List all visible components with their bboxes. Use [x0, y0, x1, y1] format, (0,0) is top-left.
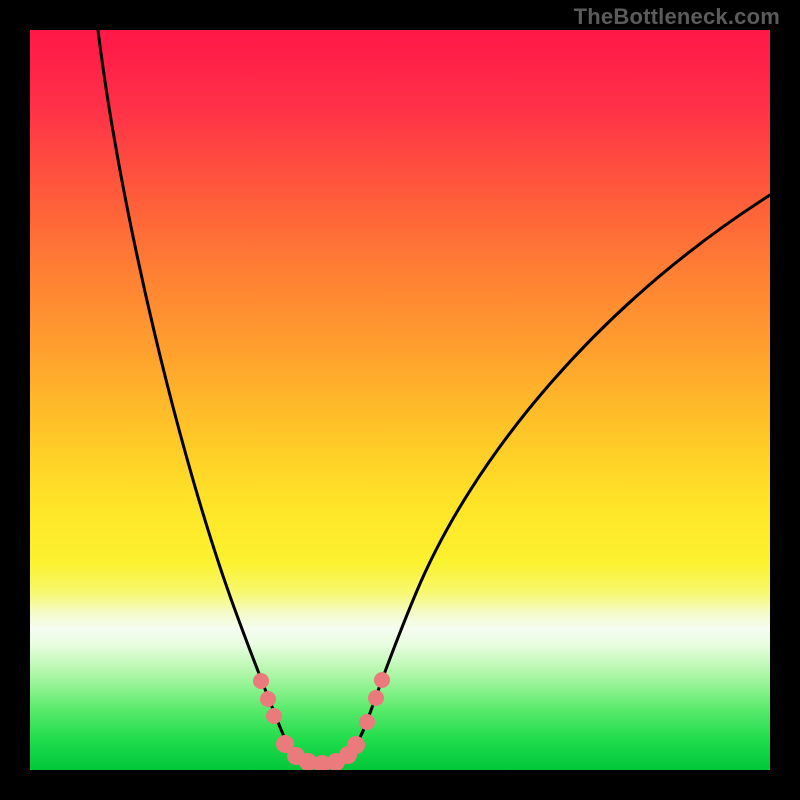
curve-marker: [359, 714, 375, 730]
curve-marker: [347, 736, 365, 754]
chart-svg: [30, 30, 770, 770]
curve-marker: [253, 673, 269, 689]
curve-marker: [374, 672, 390, 688]
watermark-text: TheBottleneck.com: [574, 4, 780, 30]
curve-marker: [368, 690, 384, 706]
marker-group: [253, 672, 390, 770]
curve-marker: [266, 708, 282, 724]
curve-marker: [260, 691, 276, 707]
plot-area: [30, 30, 770, 770]
curve-group: [98, 30, 770, 764]
bottleneck-curve: [98, 30, 770, 764]
chart-stage: TheBottleneck.com: [0, 0, 800, 800]
